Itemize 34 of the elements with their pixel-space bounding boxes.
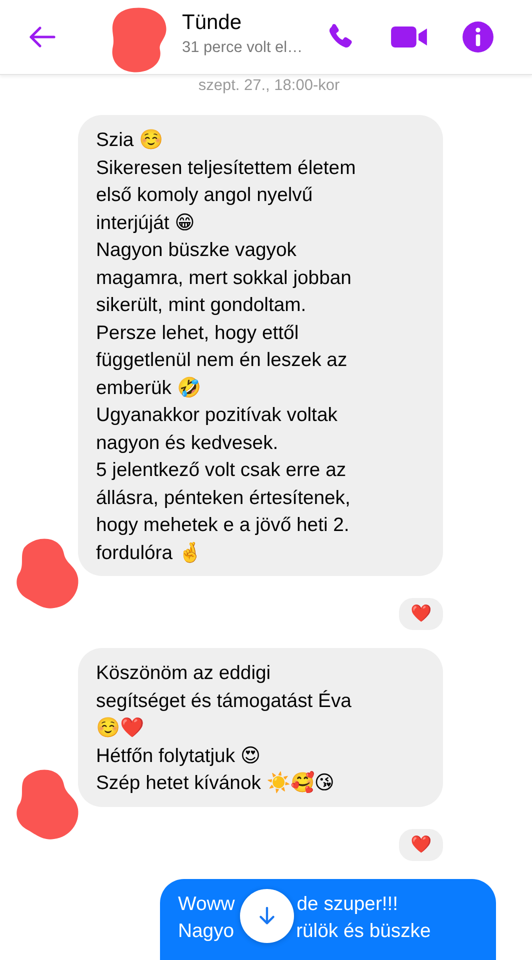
message-text: ☺❤ (96, 716, 145, 741)
message-text: Woww (178, 892, 235, 914)
timestamp: szept. 27., 18:00-kor (197, 77, 341, 95)
message-text: Nagyo (178, 920, 234, 942)
message-text: Hétfőn folytatjuk 😍 (96, 744, 262, 768)
message-text: segítséget és támogatást Éva (96, 688, 352, 714)
message-text: emberük 🤣 (96, 376, 202, 400)
message-text: de szuper!!! (296, 892, 398, 914)
message-text: hogy mehetek e a jövő heti 2. (96, 513, 350, 538)
active-status: 31 perce volt el… (182, 39, 304, 57)
message-text: Persze lehet, hogy ettől (96, 320, 300, 346)
reaction-badge[interactable]: ❤ (397, 596, 445, 632)
message-text: sikerült, mint gondoltam. (96, 293, 308, 318)
message-text: interjúját 😁 (96, 210, 196, 236)
message-text: első komoly angol nyelvű (96, 183, 314, 208)
message-text: állásra, pénteken értesítenek, (96, 486, 352, 510)
video-camera-icon[interactable] (390, 24, 428, 50)
message-text: magamra, mert sokkal jobban (96, 266, 352, 290)
message-text: Sikeresen teljesítettem életem (96, 156, 357, 180)
contact-name: Tünde (182, 11, 243, 35)
reaction-badge[interactable]: ❤ (397, 826, 445, 862)
message-text: rülök és büszke (296, 920, 431, 942)
message-text: Szép hetet kívánok ☀🥰😘 (96, 770, 336, 796)
message-text: Nagyon büszke vagyok (96, 238, 298, 263)
message-text: nagyon és kedvesek. (96, 430, 280, 456)
back-arrow-icon[interactable] (28, 25, 56, 49)
message-text: fordulóra 🤞 (96, 540, 203, 566)
down-arrow-icon (258, 906, 276, 926)
message-text: 5 jelentkező volt csak erre az (96, 458, 348, 483)
message-text: Köszönöm az eddigi (96, 661, 272, 686)
info-icon[interactable] (462, 21, 494, 53)
message-text: Szia ☺ (96, 128, 164, 153)
message-text: függetlenül nem én leszek az (96, 348, 348, 373)
message-text: Ugyanakkor pozitívak voltak (96, 403, 338, 428)
